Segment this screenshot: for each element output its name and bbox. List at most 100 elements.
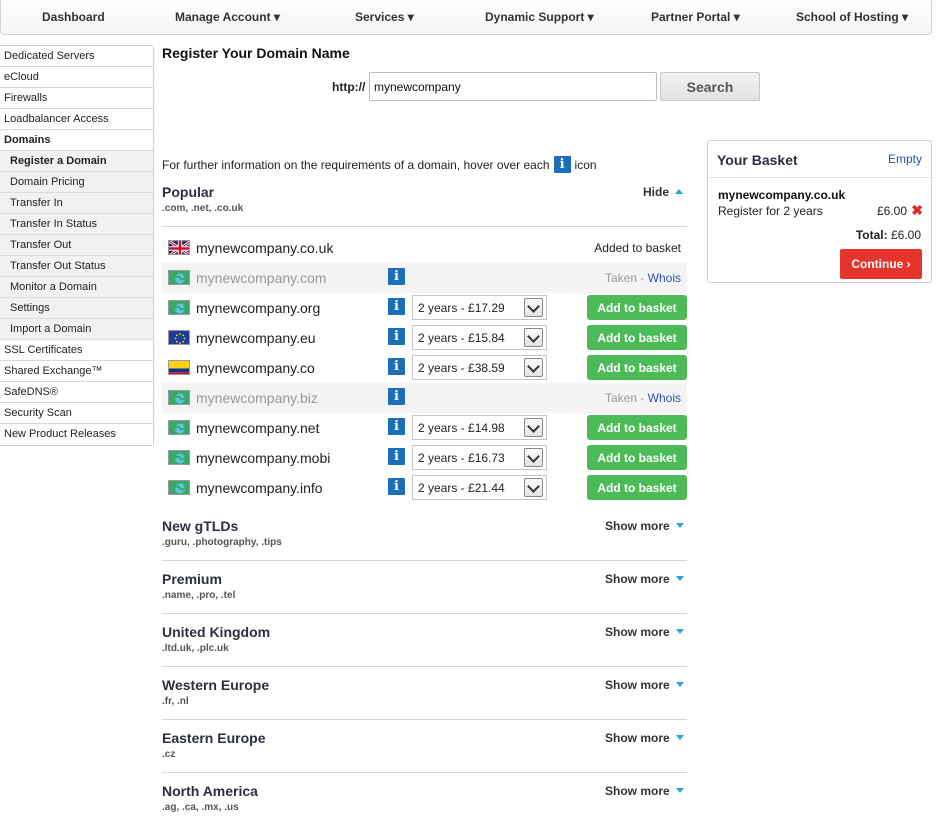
add-to-basket-button[interactable]: Add to basket bbox=[587, 415, 687, 440]
term-select[interactable]: 2 years - £38.59 bbox=[412, 355, 547, 380]
domain-row: mynewcompany.eu i 2 years - £15.84 Add t… bbox=[162, 323, 687, 353]
info-icon[interactable]: i bbox=[388, 448, 405, 465]
show-more-toggle[interactable]: Show more bbox=[605, 572, 684, 586]
info-icon[interactable]: i bbox=[388, 418, 405, 435]
show-more-toggle[interactable]: Show more bbox=[605, 625, 684, 639]
show-more-label: Show more bbox=[605, 678, 670, 692]
term-select[interactable]: 2 years - £14.98 bbox=[412, 415, 547, 440]
sidebar-item-shared-exchange[interactable]: Shared Exchange™ bbox=[0, 361, 153, 382]
info-icon[interactable]: i bbox=[388, 388, 405, 405]
sidebar-item-safedns[interactable]: SafeDNS® bbox=[0, 382, 153, 403]
taken-label: Taken - bbox=[604, 391, 648, 405]
info-icon[interactable]: i bbox=[388, 328, 405, 345]
show-more-toggle[interactable]: Show more bbox=[605, 678, 684, 692]
section-subtitle-popular: .com, .net, .co.uk bbox=[162, 203, 244, 214]
add-to-basket-button[interactable]: Add to basket bbox=[587, 295, 687, 320]
add-to-basket-button[interactable]: Add to basket bbox=[587, 445, 687, 470]
whois-link[interactable]: Whois bbox=[648, 271, 681, 285]
taken-label: Taken - bbox=[604, 271, 648, 285]
domain-name: mynewcompany.mobi bbox=[196, 450, 331, 466]
basket-total: Total: £6.00 bbox=[856, 228, 921, 242]
info-icon[interactable]: i bbox=[388, 298, 405, 315]
remove-icon[interactable]: ✖ bbox=[911, 202, 923, 219]
nav-services[interactable]: Services ▾ bbox=[355, 0, 414, 35]
section-title-western-europe: Western Europe bbox=[162, 677, 270, 693]
sidebar-item-loadbalancer-access[interactable]: Loadbalancer Access bbox=[0, 109, 153, 130]
domain-search-input[interactable] bbox=[369, 72, 657, 101]
section-divider bbox=[162, 613, 687, 614]
term-select[interactable]: 2 years - £21.44 bbox=[412, 475, 547, 500]
section-title-united-kingdom: United Kingdom bbox=[162, 624, 271, 640]
show-more-label: Show more bbox=[605, 784, 670, 798]
term-select-value: 2 years - £15.84 bbox=[418, 331, 505, 345]
caret-up-icon bbox=[675, 188, 684, 194]
sidebar-item-security-scan[interactable]: Security Scan bbox=[0, 403, 153, 424]
search-button[interactable]: Search bbox=[660, 72, 760, 101]
show-more-label: Show more bbox=[605, 731, 670, 745]
info-icon[interactable]: i bbox=[388, 478, 405, 495]
show-more-toggle[interactable]: Show more bbox=[605, 519, 684, 533]
sidebar-item-dedicated-servers[interactable]: Dedicated Servers bbox=[0, 46, 153, 67]
generic-flag-icon bbox=[168, 420, 190, 435]
sidebar-item-transfer-in[interactable]: Transfer In bbox=[0, 193, 153, 214]
caret-down-icon bbox=[675, 575, 684, 581]
sidebar-item-domains[interactable]: Domains bbox=[0, 130, 153, 151]
term-select[interactable]: 2 years - £16.73 bbox=[412, 445, 547, 470]
add-to-basket-button[interactable]: Add to basket bbox=[587, 355, 687, 380]
sidebar-item-firewalls[interactable]: Firewalls bbox=[0, 88, 153, 109]
generic-flag-icon bbox=[168, 450, 190, 465]
section-subtitle: .ltd.uk, .plc.uk bbox=[162, 643, 229, 654]
sidebar-item-import-a-domain[interactable]: Import a Domain bbox=[0, 319, 153, 340]
chevron-down-icon bbox=[524, 478, 543, 497]
info-icon[interactable]: i bbox=[388, 268, 405, 285]
sidebar-item-monitor-a-domain[interactable]: Monitor a Domain bbox=[0, 277, 153, 298]
term-select[interactable]: 2 years - £15.84 bbox=[412, 325, 547, 350]
show-more-label: Show more bbox=[605, 519, 670, 533]
domain-name: mynewcompany.com bbox=[196, 270, 327, 286]
nav-dynamic-support[interactable]: Dynamic Support ▾ bbox=[485, 0, 594, 35]
section-subtitle: .fr, .nl bbox=[162, 696, 189, 707]
sidebar-item-ecloud[interactable]: eCloud bbox=[0, 67, 153, 88]
show-more-toggle[interactable]: Show more bbox=[605, 731, 684, 745]
info-icon[interactable]: i bbox=[388, 358, 405, 375]
add-to-basket-button[interactable]: Add to basket bbox=[587, 475, 687, 500]
show-more-toggle[interactable]: Show more bbox=[605, 784, 684, 798]
hide-toggle-label: Hide bbox=[643, 185, 670, 199]
sidebar-item-transfer-in-status[interactable]: Transfer In Status bbox=[0, 214, 153, 235]
sidebar-item-new-product-releases[interactable]: New Product Releases bbox=[0, 424, 153, 445]
basket-price: £6.00 bbox=[876, 204, 907, 218]
nav-dashboard[interactable]: Dashboard bbox=[42, 0, 105, 35]
domain-name: mynewcompany.info bbox=[196, 480, 323, 496]
basket-divider bbox=[708, 177, 931, 178]
show-more-label: Show more bbox=[605, 572, 670, 586]
sidebar-item-transfer-out-status[interactable]: Transfer Out Status bbox=[0, 256, 153, 277]
caret-down-icon bbox=[675, 522, 684, 528]
domain-name: mynewcompany.eu bbox=[196, 330, 316, 346]
empty-basket-link[interactable]: Empty bbox=[888, 152, 922, 166]
sidebar-item-transfer-out[interactable]: Transfer Out bbox=[0, 235, 153, 256]
nav-manage-account[interactable]: Manage Account ▾ bbox=[175, 0, 280, 35]
term-select[interactable]: 2 years - £17.29 bbox=[412, 295, 547, 320]
nav-partner-portal[interactable]: Partner Portal ▾ bbox=[651, 0, 740, 35]
section-title-new-gtlds: New gTLDs bbox=[162, 518, 239, 534]
nav-school-of-hosting[interactable]: School of Hosting ▾ bbox=[796, 0, 908, 35]
chevron-down-icon bbox=[524, 358, 543, 377]
added-status: Added to basket bbox=[594, 241, 681, 255]
sidebar-item-ssl-certificates[interactable]: SSL Certificates bbox=[0, 340, 153, 361]
basket-title: Your Basket bbox=[717, 152, 798, 168]
sidebar-item-register-a-domain[interactable]: Register a Domain bbox=[0, 151, 153, 172]
whois-link[interactable]: Whois bbox=[648, 391, 681, 405]
domain-row: mynewcompany.co i 2 years - £38.59 Add t… bbox=[162, 353, 687, 383]
sidebar-item-domain-pricing[interactable]: Domain Pricing bbox=[0, 172, 153, 193]
chevron-down-icon bbox=[524, 418, 543, 437]
section-divider bbox=[162, 719, 687, 720]
continue-button[interactable]: Continue › bbox=[840, 249, 922, 279]
sidebar-item-settings[interactable]: Settings bbox=[0, 298, 153, 319]
domain-row: mynewcompany.biz i Taken - Whois bbox=[162, 383, 687, 413]
add-to-basket-button[interactable]: Add to basket bbox=[587, 325, 687, 350]
domain-row: mynewcompany.info i 2 years - £21.44 Add… bbox=[162, 473, 687, 503]
hide-toggle[interactable]: Hide bbox=[643, 185, 684, 199]
term-select-value: 2 years - £21.44 bbox=[418, 481, 505, 495]
caret-down-icon bbox=[675, 681, 684, 687]
http-prefix-label: http:// bbox=[332, 80, 366, 94]
